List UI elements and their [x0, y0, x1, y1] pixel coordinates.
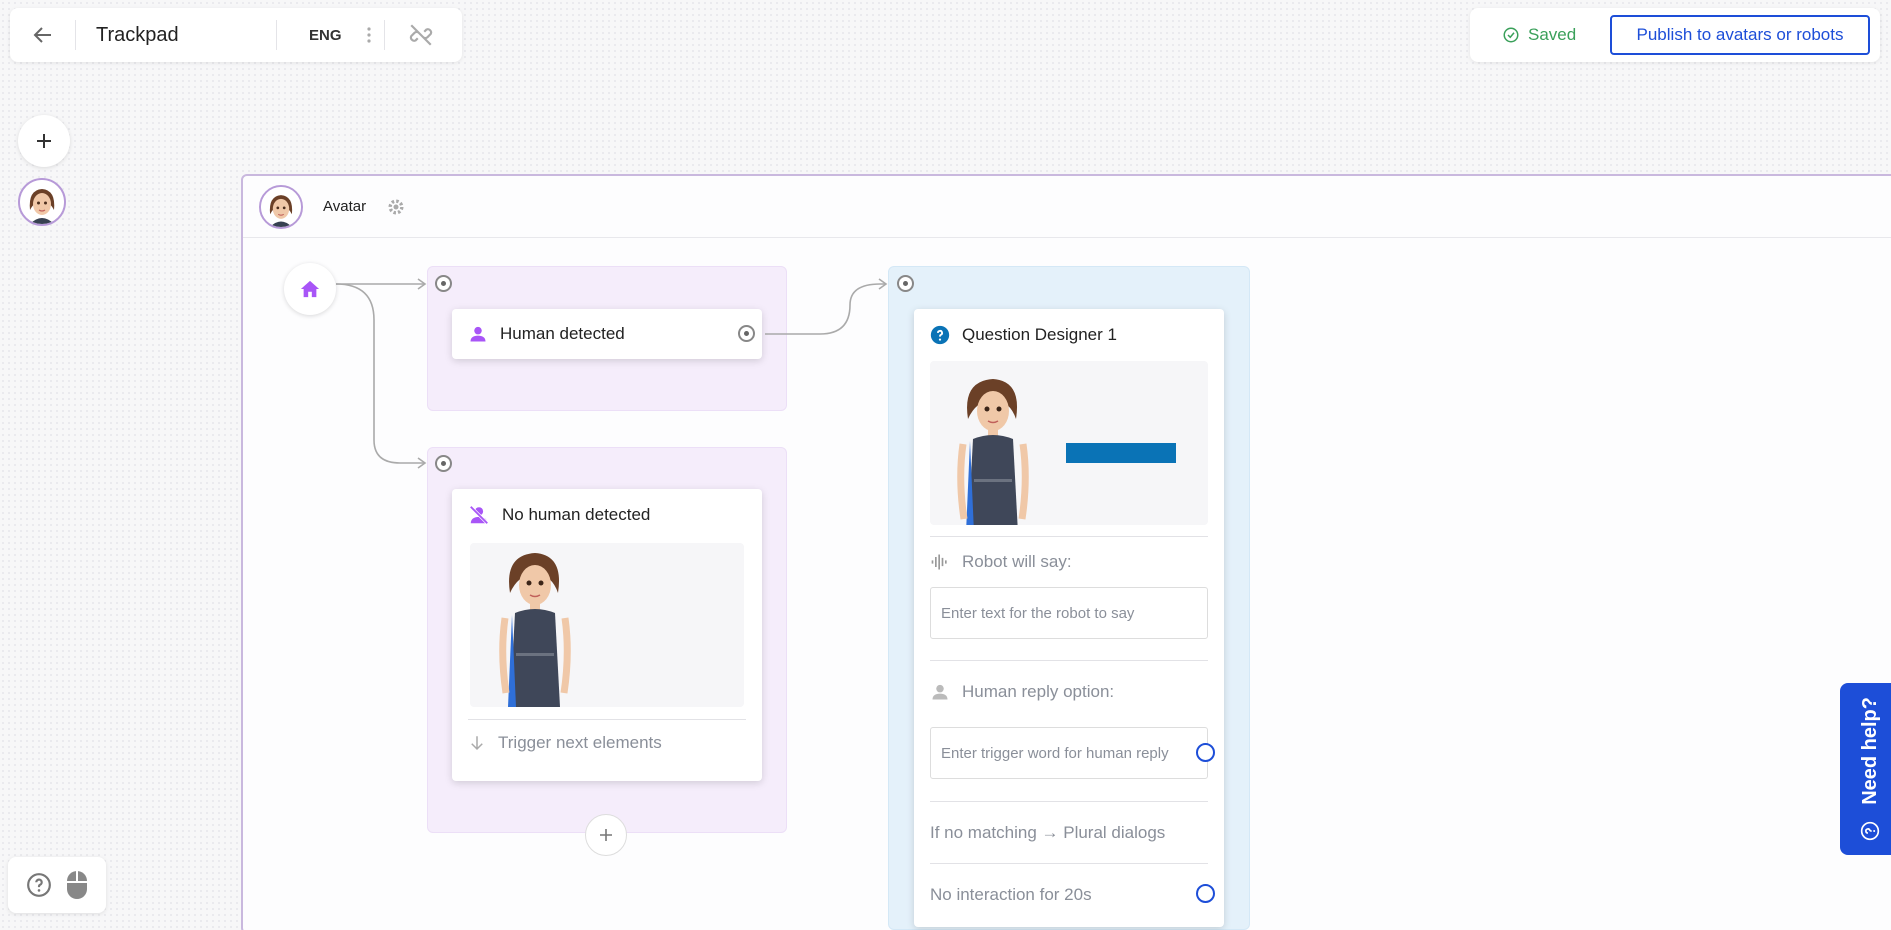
add-node-button[interactable]: [585, 814, 627, 856]
card-divider: [930, 536, 1208, 537]
connector-human-to-question: [765, 283, 885, 335]
no-interaction-output-port[interactable]: [1196, 884, 1215, 903]
card-title: Human detected: [500, 324, 625, 343]
trigger-next-row[interactable]: Trigger next elements: [468, 733, 662, 753]
card-divider: [930, 863, 1208, 864]
card-header: No human detected: [452, 489, 762, 541]
robot-say-input[interactable]: Enter text for the robot to say: [930, 587, 1208, 639]
start-node[interactable]: [284, 263, 336, 315]
human-reply-input[interactable]: Enter trigger word for human reply: [930, 727, 1208, 779]
human-reply-label: Human reply option:: [962, 682, 1115, 701]
person-icon: [932, 684, 948, 700]
card-header: Human detected: [452, 309, 762, 359]
avatar-preview: [470, 543, 744, 707]
card-title: No human detected: [502, 505, 651, 524]
speech-bar: [1066, 443, 1176, 463]
question-designer-card[interactable]: Question Designer 1 Robot will say: Ente…: [914, 309, 1224, 927]
avatar-figure-image: [957, 379, 1029, 525]
connector-home-to-nohuman: [335, 283, 424, 464]
no-human-detected-card[interactable]: No human detected Trigger next elements: [452, 489, 762, 781]
card-title: Question Designer 1: [962, 325, 1117, 344]
robot-say-row: Robot will say:: [930, 552, 1072, 572]
help-circle-icon: [1860, 821, 1880, 841]
card-header: Question Designer 1: [914, 309, 1224, 361]
output-port[interactable]: [738, 325, 755, 342]
card-divider: [930, 660, 1208, 661]
need-help-label: Need help?: [1858, 697, 1881, 805]
person-icon: [470, 326, 486, 342]
need-help-tab[interactable]: Need help?: [1840, 683, 1891, 855]
card-divider: [468, 719, 746, 720]
input-port[interactable]: [897, 275, 914, 292]
human-reply-row: Human reply option:: [930, 682, 1114, 702]
question-circle-icon: [930, 325, 950, 345]
home-icon: [300, 280, 320, 298]
input-port[interactable]: [435, 275, 452, 292]
avatar-preview: [930, 361, 1208, 525]
voice-wave-icon: [931, 554, 947, 570]
plus-icon: [600, 829, 612, 841]
person-off-icon: [469, 505, 489, 525]
no-interaction-label: No interaction for 20s: [930, 885, 1092, 904]
arrow-down-icon: [471, 736, 483, 751]
input-port[interactable]: [435, 455, 452, 472]
card-divider: [930, 801, 1208, 802]
trigger-next-label: Trigger next elements: [498, 733, 662, 752]
no-match-label: If no matching → Plural dialogs: [930, 823, 1166, 842]
human-detected-card[interactable]: Human detected: [452, 309, 762, 359]
avatar-figure-image: [499, 553, 571, 707]
human-reply-output-port[interactable]: [1196, 743, 1215, 762]
robot-say-label: Robot will say:: [962, 552, 1072, 571]
